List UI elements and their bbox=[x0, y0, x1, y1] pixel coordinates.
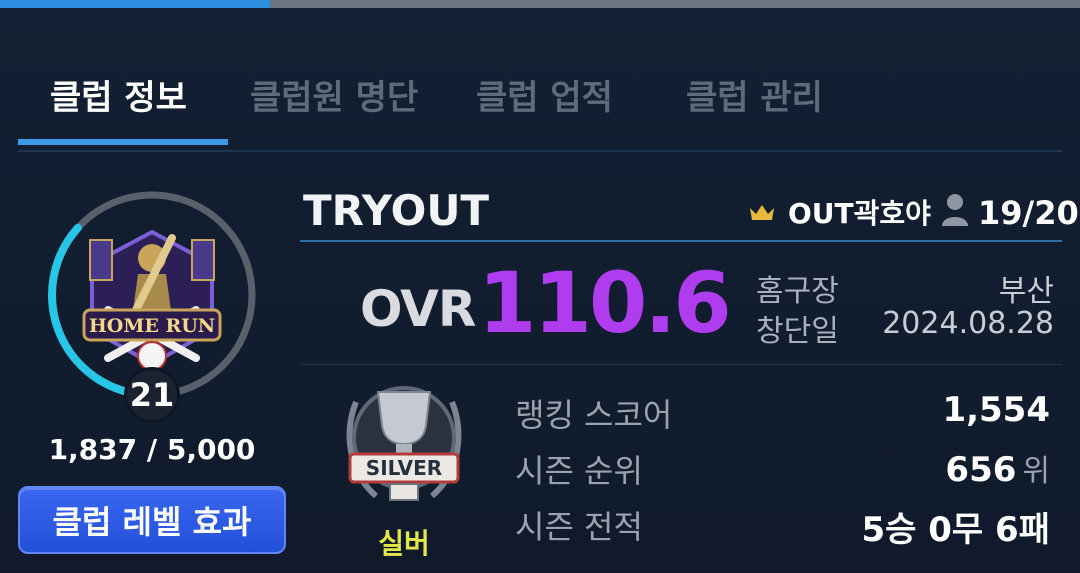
crown-icon bbox=[750, 205, 774, 220]
season-rank-value: 656 위 bbox=[945, 446, 1050, 490]
level-exp-text: 1,837 / 5,000 bbox=[48, 433, 256, 466]
tab-club-members[interactable]: 클럽원 명단 bbox=[250, 70, 418, 119]
ranking-score-value: 1,554 bbox=[942, 390, 1050, 430]
home-stadium-label: 홈구장 bbox=[756, 274, 839, 309]
season-rank-number: 656 bbox=[945, 450, 1017, 490]
founded-label: 창단일 bbox=[756, 314, 839, 349]
tab-club-info[interactable]: 클럽 정보 bbox=[50, 70, 187, 119]
season-rank-label: 시즌 순위 bbox=[515, 452, 643, 490]
founded-value: 2024.08.28 bbox=[882, 306, 1054, 341]
ovr-label: OVR bbox=[360, 280, 476, 338]
member-icon bbox=[942, 194, 968, 226]
silver-tier-emblem: SILVER bbox=[346, 386, 462, 501]
season-rank-unit: 위 bbox=[1022, 454, 1050, 489]
svg-text:SILVER: SILVER bbox=[366, 456, 442, 480]
tier-name: 실버 bbox=[378, 527, 430, 560]
club-level-effect-button[interactable]: 클럽 레벨 효과 bbox=[18, 486, 286, 554]
club-emblem: HOME RUN bbox=[82, 229, 222, 371]
top-progress-fill bbox=[0, 0, 270, 8]
tab-bar: 클럽 정보 클럽원 명단 클럽 업적 클럽 관리 bbox=[18, 8, 1062, 152]
ovr-value: 110.6 bbox=[478, 254, 732, 352]
member-count: 19/20 bbox=[978, 194, 1079, 232]
ranking-score-label: 랭킹 스코어 bbox=[515, 396, 673, 434]
tab-club-manage[interactable]: 클럽 관리 bbox=[686, 70, 823, 119]
club-name: TRYOUT bbox=[303, 186, 490, 235]
svg-text:HOME RUN: HOME RUN bbox=[89, 315, 215, 337]
header-divider bbox=[300, 240, 1062, 242]
home-stadium-value: 부산 bbox=[998, 274, 1054, 309]
season-record-value: 5승 0무 6패 bbox=[861, 510, 1051, 550]
section-divider bbox=[300, 364, 1062, 365]
tab-club-achievements[interactable]: 클럽 업적 bbox=[476, 70, 613, 119]
top-progress-bar bbox=[0, 0, 1080, 8]
season-record-label: 시즌 전적 bbox=[515, 508, 643, 546]
club-master-name: OUT곽호야 bbox=[788, 197, 931, 230]
active-tab-indicator bbox=[18, 139, 228, 145]
club-panel: 클럽 정보 클럽원 명단 클럽 업적 클럽 관리 HOME RUN 21 1,8… bbox=[0, 8, 1080, 573]
club-level-badge: 21 bbox=[124, 367, 180, 423]
